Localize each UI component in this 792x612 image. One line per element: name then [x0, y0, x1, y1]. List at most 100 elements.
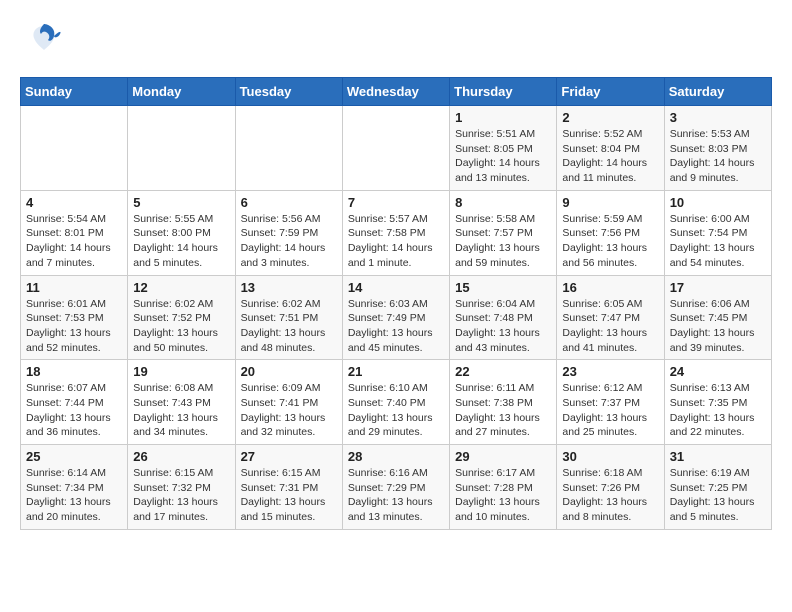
day-number: 3 [670, 110, 766, 125]
calendar-week-row: 1 Sunrise: 5:51 AMSunset: 8:05 PMDaylight… [21, 106, 772, 191]
day-number: 26 [133, 449, 229, 464]
day-number: 19 [133, 364, 229, 379]
day-info: Sunrise: 5:59 AMSunset: 7:56 PMDaylight:… [562, 212, 658, 271]
calendar-cell: 31 Sunrise: 6:19 AMSunset: 7:25 PMDayligh… [664, 445, 771, 530]
day-number: 1 [455, 110, 551, 125]
day-info: Sunrise: 6:04 AMSunset: 7:48 PMDaylight:… [455, 297, 551, 356]
day-info: Sunrise: 6:09 AMSunset: 7:41 PMDaylight:… [241, 381, 337, 440]
calendar-cell [21, 106, 128, 191]
day-number: 7 [348, 195, 444, 210]
day-number: 22 [455, 364, 551, 379]
calendar-cell: 8 Sunrise: 5:58 AMSunset: 7:57 PMDaylight… [450, 190, 557, 275]
day-number: 2 [562, 110, 658, 125]
calendar-cell: 3 Sunrise: 5:53 AMSunset: 8:03 PMDaylight… [664, 106, 771, 191]
day-info: Sunrise: 5:57 AMSunset: 7:58 PMDaylight:… [348, 212, 444, 271]
calendar-cell: 11 Sunrise: 6:01 AMSunset: 7:53 PMDayligh… [21, 275, 128, 360]
day-number: 20 [241, 364, 337, 379]
calendar-cell: 29 Sunrise: 6:17 AMSunset: 7:28 PMDayligh… [450, 445, 557, 530]
calendar-cell: 15 Sunrise: 6:04 AMSunset: 7:48 PMDayligh… [450, 275, 557, 360]
day-info: Sunrise: 6:08 AMSunset: 7:43 PMDaylight:… [133, 381, 229, 440]
calendar-cell: 25 Sunrise: 6:14 AMSunset: 7:34 PMDayligh… [21, 445, 128, 530]
calendar-cell: 30 Sunrise: 6:18 AMSunset: 7:26 PMDayligh… [557, 445, 664, 530]
calendar-cell: 24Sunrise: 6:13 AMSunset: 7:35 PMDayligh… [664, 360, 771, 445]
day-info: Sunrise: 6:15 AMSunset: 7:31 PMDaylight:… [241, 466, 337, 525]
day-number: 23 [562, 364, 658, 379]
day-number: 14 [348, 280, 444, 295]
day-info: Sunrise: 6:06 AMSunset: 7:45 PMDaylight:… [670, 297, 766, 356]
calendar-header-wednesday: Wednesday [342, 78, 449, 106]
day-info: Sunrise: 5:55 AMSunset: 8:00 PMDaylight:… [133, 212, 229, 271]
calendar-cell: 10 Sunrise: 6:00 AMSunset: 7:54 PMDayligh… [664, 190, 771, 275]
calendar-cell: 19 Sunrise: 6:08 AMSunset: 7:43 PMDayligh… [128, 360, 235, 445]
day-info: Sunrise: 6:16 AMSunset: 7:29 PMDaylight:… [348, 466, 444, 525]
calendar-cell: 21 Sunrise: 6:10 AMSunset: 7:40 PMDayligh… [342, 360, 449, 445]
day-info: Sunrise: 6:05 AMSunset: 7:47 PMDaylight:… [562, 297, 658, 356]
day-info: Sunrise: 5:56 AMSunset: 7:59 PMDaylight:… [241, 212, 337, 271]
day-info: Sunrise: 6:03 AMSunset: 7:49 PMDaylight:… [348, 297, 444, 356]
day-info: Sunrise: 6:01 AMSunset: 7:53 PMDaylight:… [26, 297, 122, 356]
calendar-cell: 23 Sunrise: 6:12 AMSunset: 7:37 PMDayligh… [557, 360, 664, 445]
calendar-week-row: 4Sunrise: 5:54 AMSunset: 8:01 PMDaylight… [21, 190, 772, 275]
calendar-cell [128, 106, 235, 191]
day-number: 28 [348, 449, 444, 464]
calendar-cell: 17 Sunrise: 6:06 AMSunset: 7:45 PMDayligh… [664, 275, 771, 360]
day-number: 9 [562, 195, 658, 210]
calendar-cell: 14 Sunrise: 6:03 AMSunset: 7:49 PMDayligh… [342, 275, 449, 360]
day-info: Sunrise: 6:17 AMSunset: 7:28 PMDaylight:… [455, 466, 551, 525]
day-number: 27 [241, 449, 337, 464]
day-number: 21 [348, 364, 444, 379]
day-number: 18 [26, 364, 122, 379]
day-number: 24 [670, 364, 766, 379]
calendar-cell: 27 Sunrise: 6:15 AMSunset: 7:31 PMDayligh… [235, 445, 342, 530]
calendar-cell: 28 Sunrise: 6:16 AMSunset: 7:29 PMDayligh… [342, 445, 449, 530]
calendar-cell: 20 Sunrise: 6:09 AMSunset: 7:41 PMDayligh… [235, 360, 342, 445]
day-number: 15 [455, 280, 551, 295]
calendar-header-tuesday: Tuesday [235, 78, 342, 106]
calendar-cell [235, 106, 342, 191]
calendar-cell: 16 Sunrise: 6:05 AMSunset: 7:47 PMDayligh… [557, 275, 664, 360]
day-number: 31 [670, 449, 766, 464]
day-info: Sunrise: 6:02 AMSunset: 7:52 PMDaylight:… [133, 297, 229, 356]
day-info: Sunrise: 5:58 AMSunset: 7:57 PMDaylight:… [455, 212, 551, 271]
calendar-cell: 9 Sunrise: 5:59 AMSunset: 7:56 PMDaylight… [557, 190, 664, 275]
calendar-header-row: SundayMondayTuesdayWednesdayThursdayFrid… [21, 78, 772, 106]
calendar-header-sunday: Sunday [21, 78, 128, 106]
day-number: 10 [670, 195, 766, 210]
calendar-cell: 22 Sunrise: 6:11 AMSunset: 7:38 PMDayligh… [450, 360, 557, 445]
day-info: Sunrise: 5:51 AMSunset: 8:05 PMDaylight:… [455, 127, 551, 186]
day-number: 5 [133, 195, 229, 210]
page-header [20, 20, 772, 61]
day-info: Sunrise: 5:54 AMSunset: 8:01 PMDaylight:… [26, 212, 122, 271]
calendar-header-thursday: Thursday [450, 78, 557, 106]
calendar-cell: 7 Sunrise: 5:57 AMSunset: 7:58 PMDaylight… [342, 190, 449, 275]
day-number: 8 [455, 195, 551, 210]
day-number: 29 [455, 449, 551, 464]
calendar-header-monday: Monday [128, 78, 235, 106]
day-info: Sunrise: 6:02 AMSunset: 7:51 PMDaylight:… [241, 297, 337, 356]
day-info: Sunrise: 6:11 AMSunset: 7:38 PMDaylight:… [455, 381, 551, 440]
calendar-week-row: 11 Sunrise: 6:01 AMSunset: 7:53 PMDayligh… [21, 275, 772, 360]
day-number: 13 [241, 280, 337, 295]
calendar-week-row: 18 Sunrise: 6:07 AMSunset: 7:44 PMDayligh… [21, 360, 772, 445]
day-info: Sunrise: 6:18 AMSunset: 7:26 PMDaylight:… [562, 466, 658, 525]
logo-bird-icon [26, 20, 62, 61]
day-number: 11 [26, 280, 122, 295]
day-info: Sunrise: 6:19 AMSunset: 7:25 PMDaylight:… [670, 466, 766, 525]
day-info: Sunrise: 6:07 AMSunset: 7:44 PMDaylight:… [26, 381, 122, 440]
day-number: 25 [26, 449, 122, 464]
day-info: Sunrise: 5:53 AMSunset: 8:03 PMDaylight:… [670, 127, 766, 186]
calendar-cell: 5 Sunrise: 5:55 AMSunset: 8:00 PMDaylight… [128, 190, 235, 275]
calendar-week-row: 25 Sunrise: 6:14 AMSunset: 7:34 PMDayligh… [21, 445, 772, 530]
day-info: Sunrise: 6:00 AMSunset: 7:54 PMDaylight:… [670, 212, 766, 271]
calendar-cell: 18 Sunrise: 6:07 AMSunset: 7:44 PMDayligh… [21, 360, 128, 445]
day-number: 17 [670, 280, 766, 295]
calendar-cell [342, 106, 449, 191]
day-info: Sunrise: 6:12 AMSunset: 7:37 PMDaylight:… [562, 381, 658, 440]
day-info: Sunrise: 6:14 AMSunset: 7:34 PMDaylight:… [26, 466, 122, 525]
calendar-header-friday: Friday [557, 78, 664, 106]
day-number: 30 [562, 449, 658, 464]
day-info: Sunrise: 6:10 AMSunset: 7:40 PMDaylight:… [348, 381, 444, 440]
day-number: 16 [562, 280, 658, 295]
day-info: Sunrise: 6:15 AMSunset: 7:32 PMDaylight:… [133, 466, 229, 525]
calendar-table: SundayMondayTuesdayWednesdayThursdayFrid… [20, 77, 772, 530]
